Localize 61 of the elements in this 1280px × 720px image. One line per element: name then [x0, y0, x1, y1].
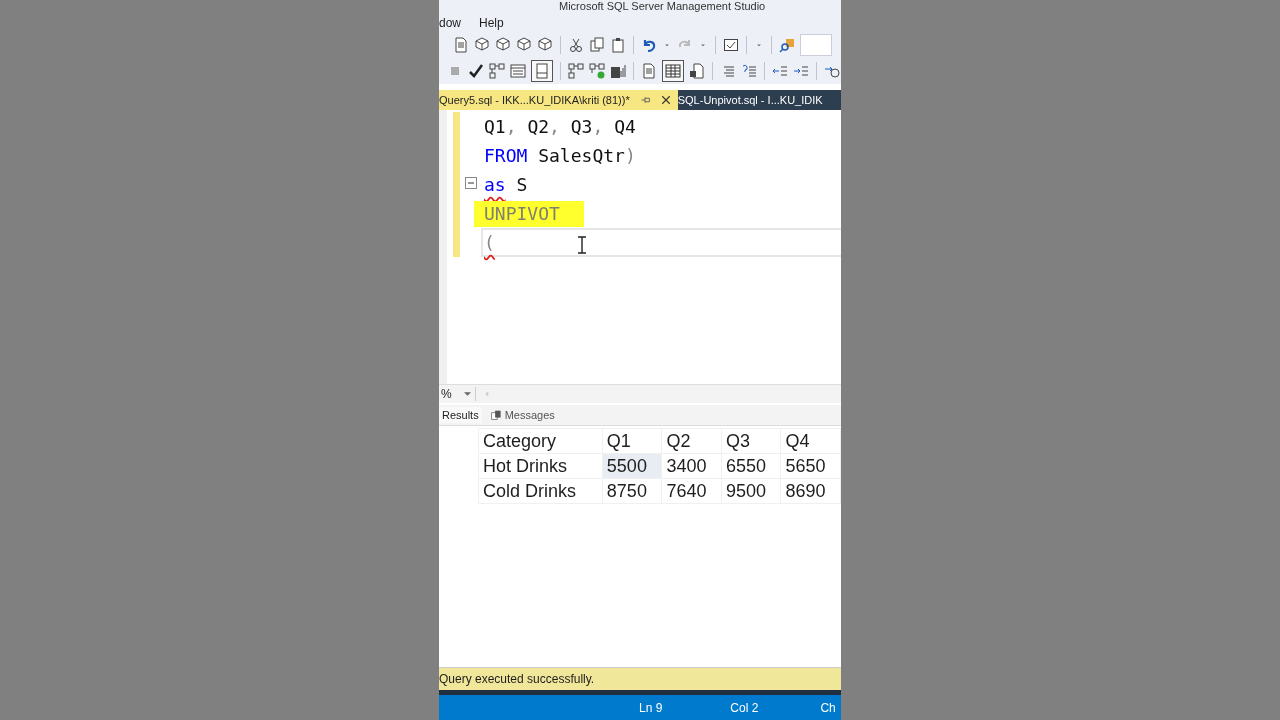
- cube-icon[interactable]: [495, 37, 511, 53]
- results-tab[interactable]: Results: [439, 407, 482, 423]
- column-header: Q4: [780, 428, 841, 454]
- messages-icon: [490, 409, 502, 421]
- column-header: Q3: [721, 428, 781, 454]
- table-cell[interactable]: 5650: [780, 453, 841, 479]
- copy-icon[interactable]: [589, 37, 605, 53]
- grid-button[interactable]: [662, 60, 684, 82]
- table-cell[interactable]: 8750: [602, 478, 662, 504]
- menu-item[interactable]: dow: [439, 16, 461, 30]
- column-header: Q2: [661, 428, 722, 454]
- diagram-icon[interactable]: [568, 63, 584, 79]
- layout-button[interactable]: [531, 60, 553, 82]
- zoom-dropdown[interactable]: %: [441, 387, 476, 401]
- status-bar-item: Ch: [820, 700, 836, 715]
- chart-icon[interactable]: [610, 63, 626, 79]
- table-cell[interactable]: 7640: [661, 478, 722, 504]
- checkbox-icon[interactable]: [723, 37, 739, 53]
- panel-icon: [534, 63, 550, 79]
- menu-item[interactable]: Help: [479, 16, 504, 30]
- column-header: Q1: [602, 428, 662, 454]
- column-header: Category: [478, 428, 603, 454]
- cube-icon[interactable]: [516, 37, 532, 53]
- table-cell[interactable]: Hot Drinks: [478, 453, 603, 479]
- check-icon[interactable]: [468, 63, 484, 79]
- table-cell[interactable]: 9500: [721, 478, 781, 504]
- code-line: FROM SalesQtr): [484, 144, 637, 168]
- table-cell[interactable]: 3400: [661, 453, 722, 479]
- document-icon[interactable]: [453, 37, 469, 53]
- code-line: as S: [484, 173, 529, 197]
- document-tab[interactable]: Query5.sql - IKK...KU_IDIKA\kriti (81))*: [439, 90, 678, 110]
- paste-icon[interactable]: [610, 37, 626, 53]
- status-message: Query executed successfully.: [439, 672, 595, 686]
- help-list-icon[interactable]: [741, 63, 757, 79]
- cut-icon[interactable]: [568, 37, 584, 53]
- diagram-icon[interactable]: [489, 63, 505, 79]
- file-icon[interactable]: [689, 63, 705, 79]
- table-cell[interactable]: 6550: [721, 453, 781, 479]
- window-icon[interactable]: [510, 63, 526, 79]
- table-cell[interactable]: 8690: [780, 478, 841, 504]
- results-tab[interactable]: Messages: [487, 407, 558, 423]
- search-icon[interactable]: [779, 37, 795, 53]
- text-cursor-icon: [577, 236, 587, 254]
- document-icon[interactable]: [641, 63, 657, 79]
- code-line: (: [484, 231, 496, 255]
- outdent-icon[interactable]: [772, 63, 788, 79]
- search-field[interactable]: [800, 34, 832, 56]
- diagram-icon[interactable]: [589, 63, 605, 79]
- grid-icon: [665, 63, 681, 79]
- code-line: Q1, Q2, Q3, Q4: [484, 115, 637, 139]
- status-bar-item: Col 2: [730, 700, 759, 715]
- status-bar-item: Ln 9: [639, 700, 663, 715]
- indent-icon[interactable]: [793, 63, 809, 79]
- cube-icon[interactable]: [537, 37, 553, 53]
- undo-icon[interactable]: [641, 37, 657, 53]
- table-cell[interactable]: Cold Drinks: [478, 478, 603, 504]
- window-title: Microsoft SQL Server Management Studio: [558, 0, 767, 14]
- collapse-icon[interactable]: [465, 177, 477, 189]
- caret-icon: [463, 392, 471, 396]
- cube-icon[interactable]: [474, 37, 490, 53]
- close-icon[interactable]: [659, 94, 672, 106]
